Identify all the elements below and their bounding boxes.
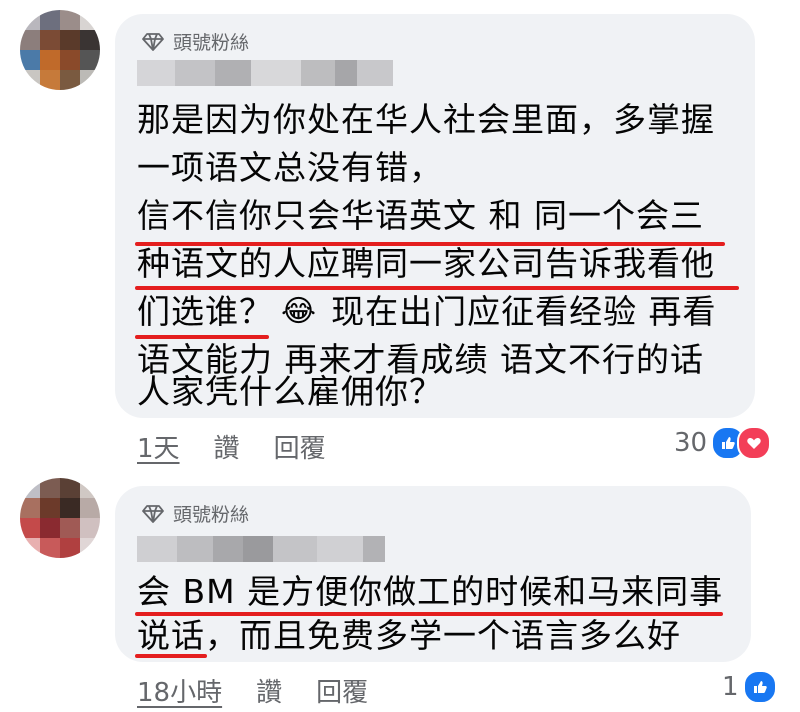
- comment-text: 现在出门应征看经验 再看: [331, 292, 717, 331]
- comment-actions: 18小時 讚 回覆: [137, 672, 368, 709]
- timestamp-link[interactable]: 1天: [137, 428, 180, 465]
- avatar[interactable]: [20, 478, 100, 558]
- comment-text-line: 说话，而且免费多学一个语言多么好: [137, 616, 681, 655]
- reaction-summary[interactable]: 1: [722, 670, 777, 704]
- comment-bubble: 頭號粉絲 会 BM 是方便你做工的时候和马来同事 说话，而且免费多学一个语言多么…: [115, 486, 751, 662]
- comment-text-line: 一项语文总没有错，: [137, 148, 443, 187]
- reply-button[interactable]: 回覆: [316, 672, 368, 709]
- avatar[interactable]: [20, 10, 100, 90]
- love-reaction-icon: [737, 426, 772, 460]
- badge-label: 頭號粉絲: [173, 32, 250, 54]
- comment-bubble: 頭號粉絲 那是因为你处在华人社会里面，多掌握 一项语文总没有错， 信不信你只会华…: [115, 14, 755, 418]
- red-underline: [135, 654, 207, 658]
- comment-text-line: 那是因为你处在华人社会里面，多掌握: [137, 100, 715, 139]
- comment-text-line: 会 BM 是方便你做工的时候和马来同事: [137, 572, 724, 611]
- comment-text-line: 种语文的人应聘同一家公司告诉我看他: [137, 244, 715, 283]
- comment-text-line: 人家凭什么雇佣你？: [137, 372, 443, 411]
- comment-actions: 1天 讚 回覆: [137, 428, 326, 465]
- commenter-name[interactable]: [137, 536, 385, 562]
- badge-label: 頭號粉絲: [173, 504, 250, 526]
- comment-text-line: 信不信你只会华语英文 和 同一个会三: [137, 196, 704, 235]
- reaction-summary[interactable]: 30: [674, 426, 772, 460]
- top-fan-badge: 頭號粉絲: [141, 500, 249, 527]
- top-fan-badge: 頭號粉絲: [141, 28, 249, 55]
- commenter-name[interactable]: [137, 60, 393, 86]
- reaction-count: 1: [722, 672, 739, 702]
- reaction-count: 30: [674, 428, 708, 458]
- comment-text-line-with-emoji: 们选谁？ 😂 现在出门应征看经验 再看: [137, 290, 717, 334]
- like-reaction-icon: [742, 670, 777, 704]
- timestamp-link[interactable]: 18小時: [137, 672, 222, 709]
- comment-text: 们选谁？: [137, 292, 273, 331]
- reply-button[interactable]: 回覆: [274, 428, 326, 465]
- like-button[interactable]: 讚: [256, 672, 282, 709]
- diamond-icon: [142, 32, 164, 51]
- laughing-emoji-icon: 😂: [281, 294, 318, 329]
- diamond-icon: [142, 504, 164, 523]
- like-button[interactable]: 讚: [214, 428, 240, 465]
